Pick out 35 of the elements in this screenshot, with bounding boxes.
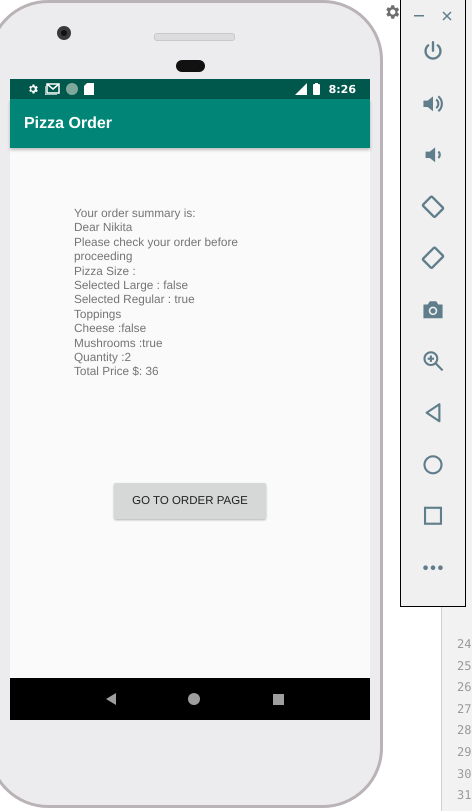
summary-line: Cheese :false <box>74 321 148 336</box>
summary-line: Please check your order before proceeding <box>74 234 239 264</box>
signal-icon <box>292 83 307 95</box>
status-time: 8:26 <box>328 82 356 96</box>
back-icon[interactable] <box>106 693 116 705</box>
circle-icon <box>66 83 78 95</box>
line-number: 28 <box>457 722 472 740</box>
summary-line: Toppings <box>74 306 122 322</box>
battery-icon <box>312 83 320 95</box>
minimize-icon[interactable] <box>414 14 424 17</box>
summary-line: Pizza Size : <box>74 264 137 278</box>
overview-icon[interactable] <box>272 694 284 704</box>
summary-line: Selected Large : false <box>74 278 190 292</box>
sd-card-icon <box>84 83 94 95</box>
close-icon[interactable] <box>442 10 452 21</box>
go-to-order-page-button[interactable]: GO TO ORDER PAGE <box>114 482 266 519</box>
line-number: 29 <box>457 744 472 761</box>
summary-line: Selected Regular : true <box>74 292 196 307</box>
line-number: 24 <box>457 636 472 653</box>
home-icon[interactable] <box>188 693 200 705</box>
line-number: 30 <box>457 766 472 783</box>
settings-icon <box>27 83 39 95</box>
app-title: Pizza Order <box>24 114 112 132</box>
summary-line: Your order summary is: <box>74 206 197 220</box>
line-number: 26 <box>457 679 472 696</box>
summary-line: Total Price $: 36 <box>74 364 160 379</box>
summary-line: Dear Nikita <box>74 220 134 235</box>
sensor-slot <box>176 60 205 72</box>
summary-line: Quantity :2 <box>74 350 132 364</box>
line-number: 27 <box>457 700 472 718</box>
mail-icon <box>45 83 60 95</box>
line-number: 25 <box>457 658 472 675</box>
summary-line: Mushrooms :true <box>74 336 164 350</box>
line-number: 31 <box>457 787 472 804</box>
camera-lens-icon <box>57 26 71 40</box>
